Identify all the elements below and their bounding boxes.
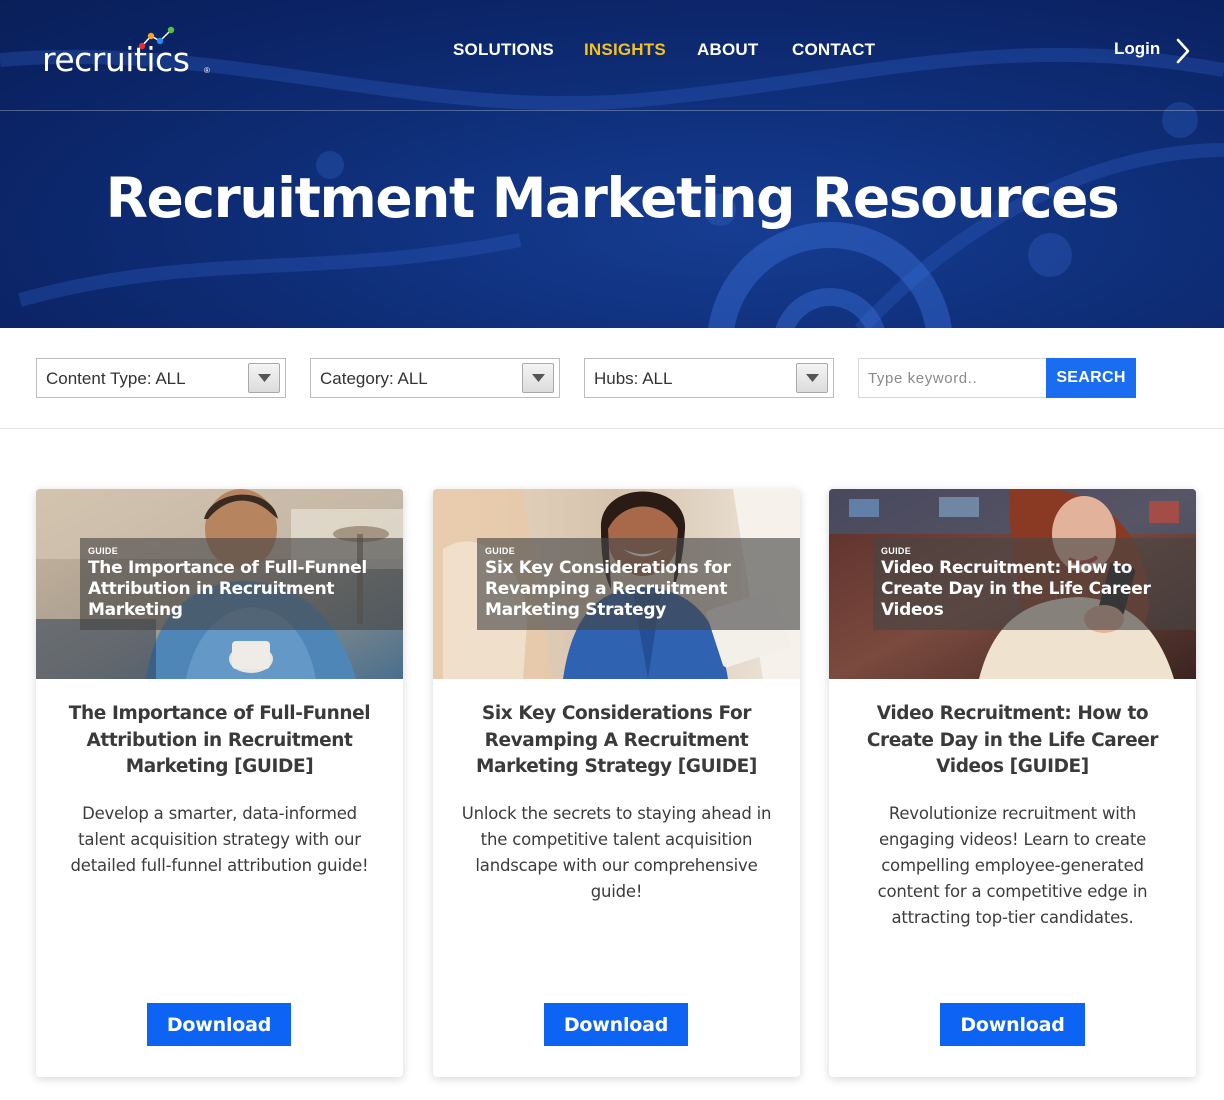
nav-contact[interactable]: CONTACT [792, 40, 875, 60]
hubs-dropdown-button[interactable] [796, 363, 828, 393]
content-type-select[interactable]: Content Type: ALL [36, 358, 286, 398]
page-title: Recruitment Marketing Resources [105, 166, 1120, 230]
registered-mark: ® [204, 66, 210, 75]
image-overlay: GUIDE Six Key Considerations for Revampi… [477, 538, 800, 630]
caret-down-icon [806, 374, 819, 382]
card-title[interactable]: The Importance of Full-Funnel Attributio… [60, 701, 379, 781]
caret-down-icon [258, 374, 271, 382]
filter-bar: Content Type: ALL Category: ALL Hubs: AL… [0, 328, 1224, 429]
image-overlay: GUIDE Video Recruitment: How to Create D… [873, 538, 1196, 630]
nav-insights[interactable]: INSIGHTS [584, 40, 666, 60]
nav-solutions[interactable]: SOLUTIONS [453, 40, 554, 60]
card-description: Revolutionize recruitment with engaging … [877, 804, 1148, 927]
keyword-search-input[interactable] [858, 358, 1046, 398]
image-overlay-title: Six Key Considerations for Revamping a R… [485, 558, 731, 620]
download-button[interactable]: Download [940, 1003, 1085, 1046]
hubs-select[interactable]: Hubs: ALL [584, 358, 834, 398]
search-button[interactable]: SEARCH [1046, 358, 1136, 398]
login-label: Login [1114, 39, 1161, 58]
main-navigation: SOLUTIONS INSIGHTS ABOUT CONTACT [0, 40, 1224, 62]
content-type-tag: GUIDE [881, 546, 912, 556]
image-overlay-title: Video Recruitment: How to Create Day in … [881, 558, 1151, 620]
download-button[interactable]: Download [147, 1003, 291, 1046]
card-image[interactable]: GUIDE The Importance of Full-Funnel Attr… [36, 489, 403, 679]
content-type-tag: GUIDE [88, 546, 119, 556]
card-description: Unlock the secrets to staying ahead in t… [461, 804, 772, 901]
caret-down-icon [532, 374, 545, 382]
category-dropdown-button[interactable] [522, 363, 554, 393]
resource-card[interactable]: GUIDE Six Key Considerations for Revampi… [433, 489, 800, 1077]
category-value: Category: ALL [320, 369, 428, 388]
card-title[interactable]: Video Recruitment: How to Create Day in … [853, 701, 1172, 781]
image-overlay: GUIDE The Importance of Full-Funnel Attr… [80, 538, 403, 630]
nav-about[interactable]: ABOUT [697, 40, 758, 60]
chevron-right-icon [1176, 38, 1190, 64]
image-overlay-title: The Importance of Full-Funnel Attributio… [88, 558, 367, 620]
category-select[interactable]: Category: ALL [310, 358, 560, 398]
download-button[interactable]: Download [544, 1003, 688, 1046]
card-image[interactable]: GUIDE Six Key Considerations for Revampi… [433, 489, 800, 679]
resource-card[interactable]: GUIDE The Importance of Full-Funnel Attr… [36, 489, 403, 1077]
content-type-value: Content Type: ALL [46, 369, 186, 388]
top-navbar: recruitics ® SOLUTIONS INSIGHTS ABOUT CO… [0, 0, 1224, 111]
card-description: Develop a smarter, data-informed talent … [70, 804, 369, 875]
card-image[interactable]: GUIDE Video Recruitment: How to Create D… [829, 489, 1196, 679]
hero-banner: recruitics ® SOLUTIONS INSIGHTS ABOUT CO… [0, 0, 1224, 328]
hubs-value: Hubs: ALL [594, 369, 673, 388]
content-type-dropdown-button[interactable] [248, 363, 280, 393]
card-title[interactable]: Six Key Considerations For Revamping A R… [457, 701, 776, 781]
content-type-tag: GUIDE [485, 546, 516, 556]
resource-card[interactable]: GUIDE Video Recruitment: How to Create D… [829, 489, 1196, 1077]
